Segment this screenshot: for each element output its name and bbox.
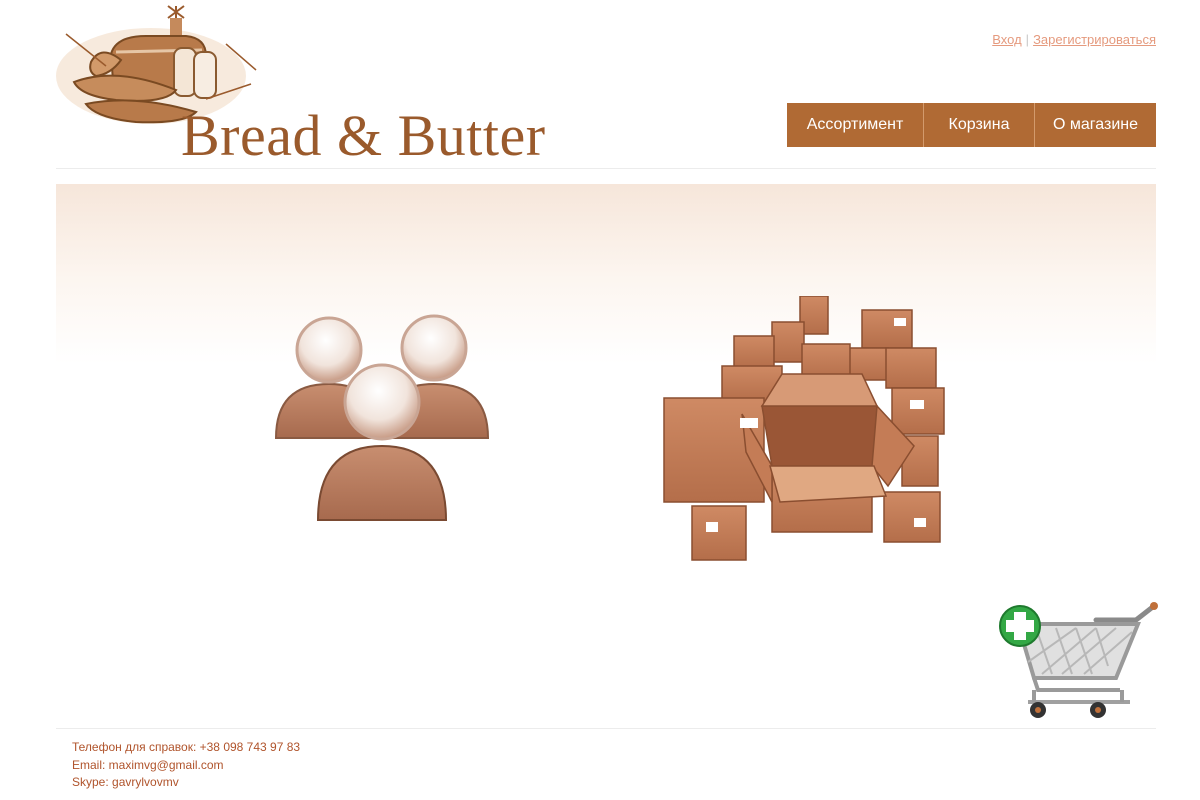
add-to-cart-icon[interactable]	[998, 602, 1162, 722]
footer-phone: Телефон для справок: +38 098 743 97 83	[72, 740, 301, 754]
logo-text: Bread & Butter	[181, 103, 546, 168]
nav-item-assortment[interactable]: Ассортимент	[787, 103, 924, 147]
nav-item-cart[interactable]: Корзина	[924, 103, 1035, 147]
auth-links: Вход | Зарегистрироваться	[992, 32, 1156, 47]
footer-divider	[56, 728, 1156, 729]
nav-item-about[interactable]: О магазине	[1035, 103, 1156, 147]
register-link[interactable]: Зарегистрироваться	[1033, 32, 1156, 47]
auth-separator: |	[1025, 32, 1030, 47]
main-panel	[56, 184, 1158, 718]
footer-skype: Skype: gavrylvovmv	[72, 775, 179, 789]
login-link[interactable]: Вход	[992, 32, 1021, 47]
users-group-icon[interactable]	[274, 312, 494, 524]
site-logo[interactable]: Bread & Butter	[56, 4, 576, 168]
main-nav: Ассортимент Корзина О магазине	[787, 103, 1156, 147]
footer-email: Email: maximvg@gmail.com	[72, 757, 224, 772]
footer-contacts: Телефон для справок: +38 098 743 97 83 E…	[72, 739, 300, 792]
boxes-icon[interactable]	[662, 296, 952, 568]
header-divider	[56, 168, 1156, 169]
